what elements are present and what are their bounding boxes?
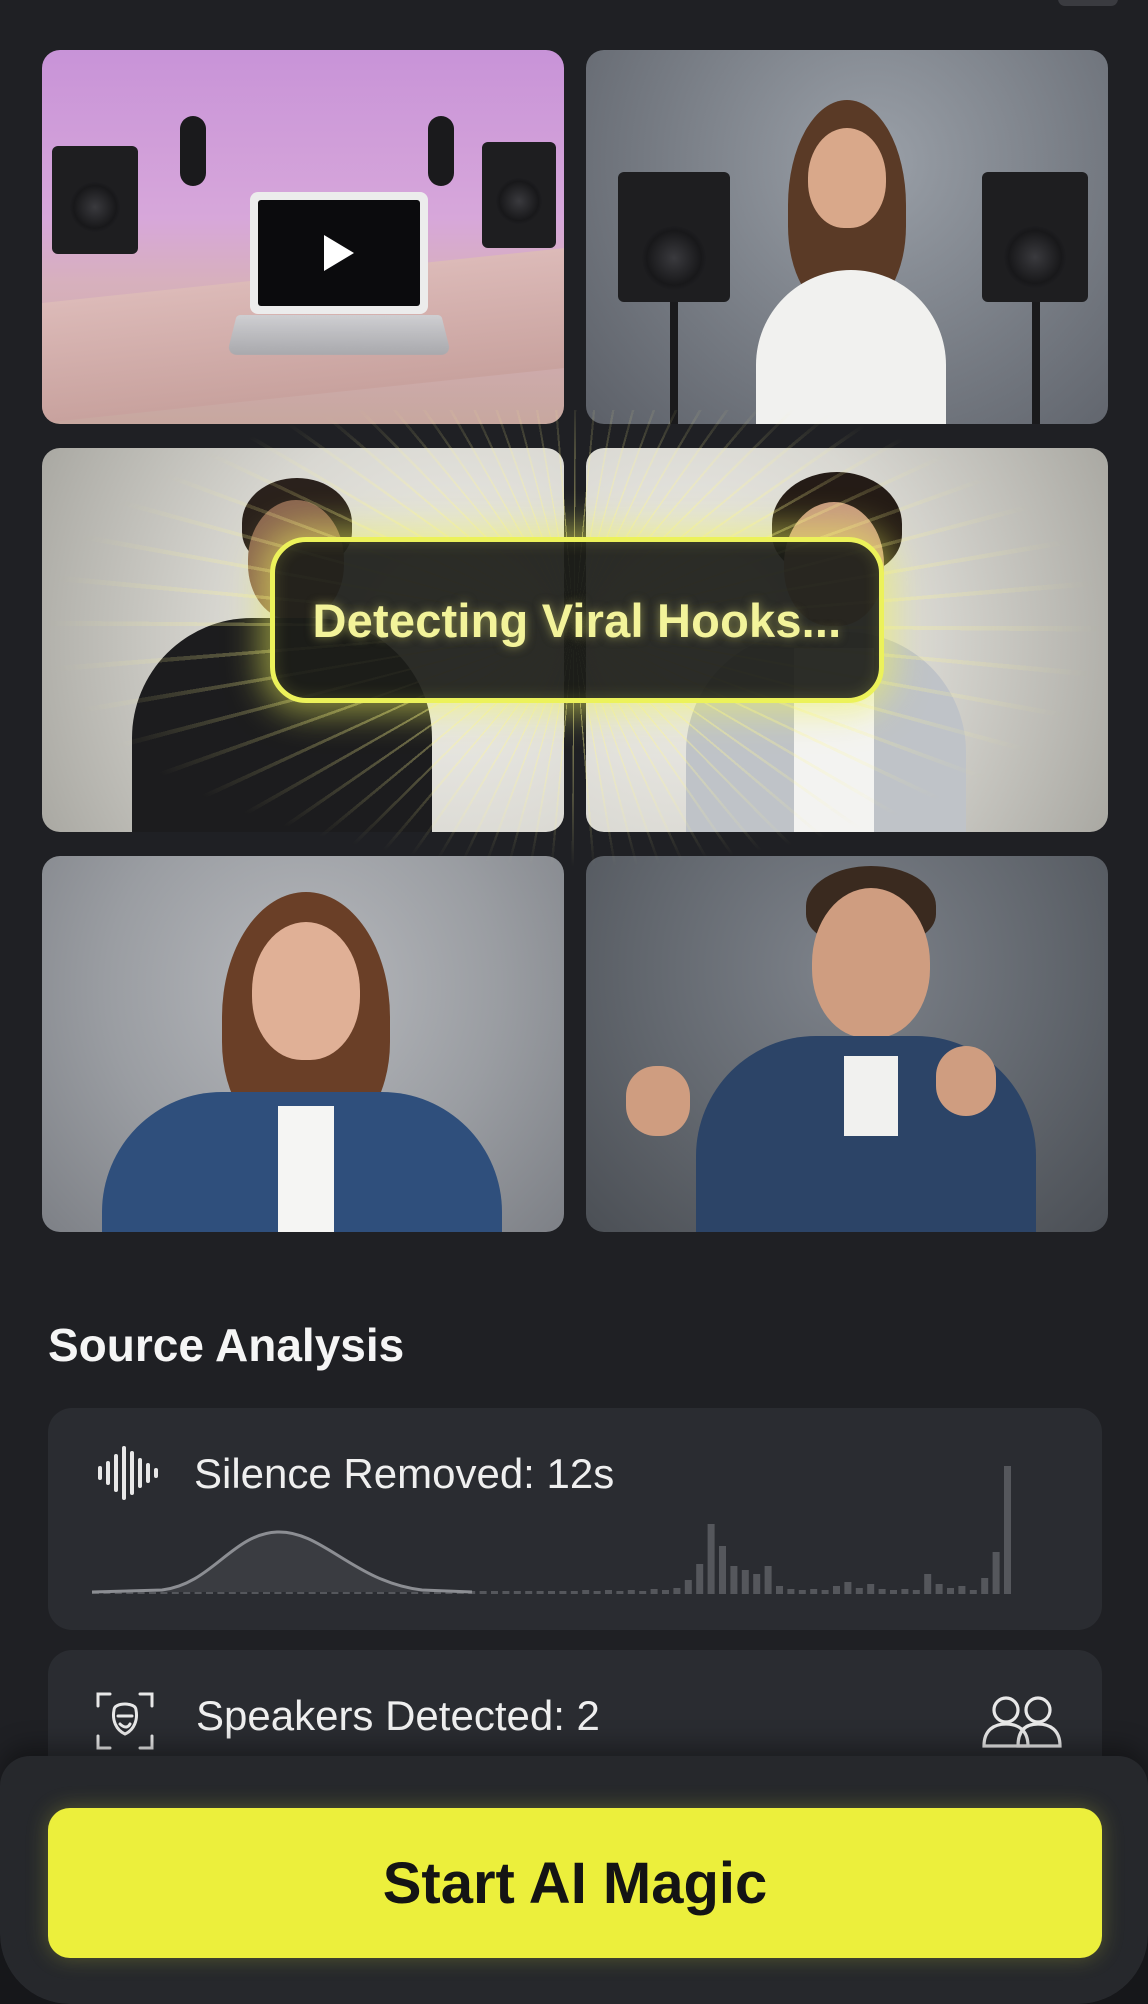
waveform-bar <box>639 1591 647 1594</box>
app-screen: Detecting Viral Hooks... Source Analysis… <box>0 0 1148 2004</box>
waveform-bar <box>935 1584 943 1594</box>
waveform-bar <box>719 1546 726 1594</box>
waveform-bar <box>479 1591 487 1594</box>
waveform-bar <box>901 1589 909 1594</box>
start-ai-magic-button[interactable]: Start AI Magic <box>48 1808 1102 1958</box>
people-icon <box>982 1696 1062 1748</box>
waveform-bar <box>536 1591 544 1594</box>
silence-removed-label: Silence Removed: 12s <box>194 1450 615 1497</box>
play-icon[interactable] <box>324 235 354 271</box>
video-tile-woman-speakers[interactable] <box>586 50 1108 424</box>
waveform-bar <box>582 1590 590 1594</box>
waveform-bar <box>673 1588 681 1594</box>
waveform-bar <box>810 1589 818 1594</box>
waveform-bar <box>707 1524 715 1594</box>
waveform-bar <box>833 1586 840 1594</box>
waveform-bar <box>1004 1466 1011 1594</box>
waveform-bar <box>570 1591 578 1594</box>
waveform-bar <box>981 1578 989 1594</box>
waveform-bar <box>605 1590 612 1594</box>
waveform-bar <box>696 1564 704 1594</box>
silence-curve <box>92 1530 473 1594</box>
waveform-bar <box>912 1590 920 1594</box>
top-handle <box>1058 0 1118 6</box>
waveform-bar <box>730 1566 738 1594</box>
viral-hooks-status-text: Detecting Viral Hooks... <box>312 593 842 647</box>
waveform-bar <box>650 1589 658 1594</box>
waveform-bar <box>844 1582 852 1594</box>
waveform-bar <box>878 1589 886 1594</box>
waveform-bar <box>593 1591 601 1594</box>
speaker-image <box>982 172 1088 302</box>
microphone-image <box>180 116 206 186</box>
start-ai-magic-label: Start AI Magic <box>382 1850 768 1916</box>
speaker-image <box>482 142 556 248</box>
viral-hooks-status: Detecting Viral Hooks... <box>270 537 884 703</box>
waveform-bar <box>684 1580 692 1594</box>
video-tile-woman-denim[interactable] <box>42 856 564 1232</box>
section-title: Source Analysis <box>48 1319 405 1371</box>
waveform-bar <box>627 1590 635 1594</box>
waveform-bar <box>662 1590 669 1594</box>
waveform-bar <box>513 1591 521 1594</box>
waveform-bar <box>776 1586 783 1594</box>
waveform-bar <box>855 1588 863 1594</box>
speakers-detected-label: Speakers Detected: 2 <box>196 1692 600 1739</box>
video-tile-man-denim[interactable] <box>586 856 1108 1232</box>
waveform-bar <box>741 1570 749 1594</box>
waveform-bar <box>969 1590 977 1594</box>
waveform-bar <box>491 1591 498 1594</box>
laptop-screen <box>250 192 428 314</box>
waveform-bar <box>924 1574 932 1594</box>
waveform-bar <box>616 1591 624 1594</box>
microphone-image <box>428 116 454 186</box>
speaker-image <box>52 146 138 254</box>
laptop-keyboard <box>226 314 452 355</box>
waveform-bar <box>947 1588 954 1594</box>
person-image <box>756 100 956 424</box>
person-image <box>626 866 1066 1232</box>
waveform-bar <box>867 1584 875 1594</box>
waveform-bar <box>525 1591 533 1594</box>
waveform-bar <box>890 1590 897 1594</box>
waveform-bar <box>787 1589 795 1594</box>
waveform-bar <box>548 1591 555 1594</box>
waveform-bar <box>764 1566 772 1594</box>
speaker-image <box>618 172 730 302</box>
waveform-bar <box>502 1591 510 1594</box>
face-scan-icon <box>96 1692 154 1750</box>
waveform-bar <box>798 1590 806 1594</box>
waveform-bar <box>559 1591 567 1594</box>
waveform-bar <box>992 1552 1000 1594</box>
waveform-icon <box>98 1446 160 1500</box>
person-image <box>102 892 502 1232</box>
waveform-bar <box>753 1574 761 1594</box>
video-tile-podcast-setup[interactable] <box>42 50 564 424</box>
waveform-bar <box>958 1586 966 1594</box>
silence-card: Silence Removed: 12s <box>48 1408 1102 1630</box>
waveform-bar <box>821 1590 829 1594</box>
